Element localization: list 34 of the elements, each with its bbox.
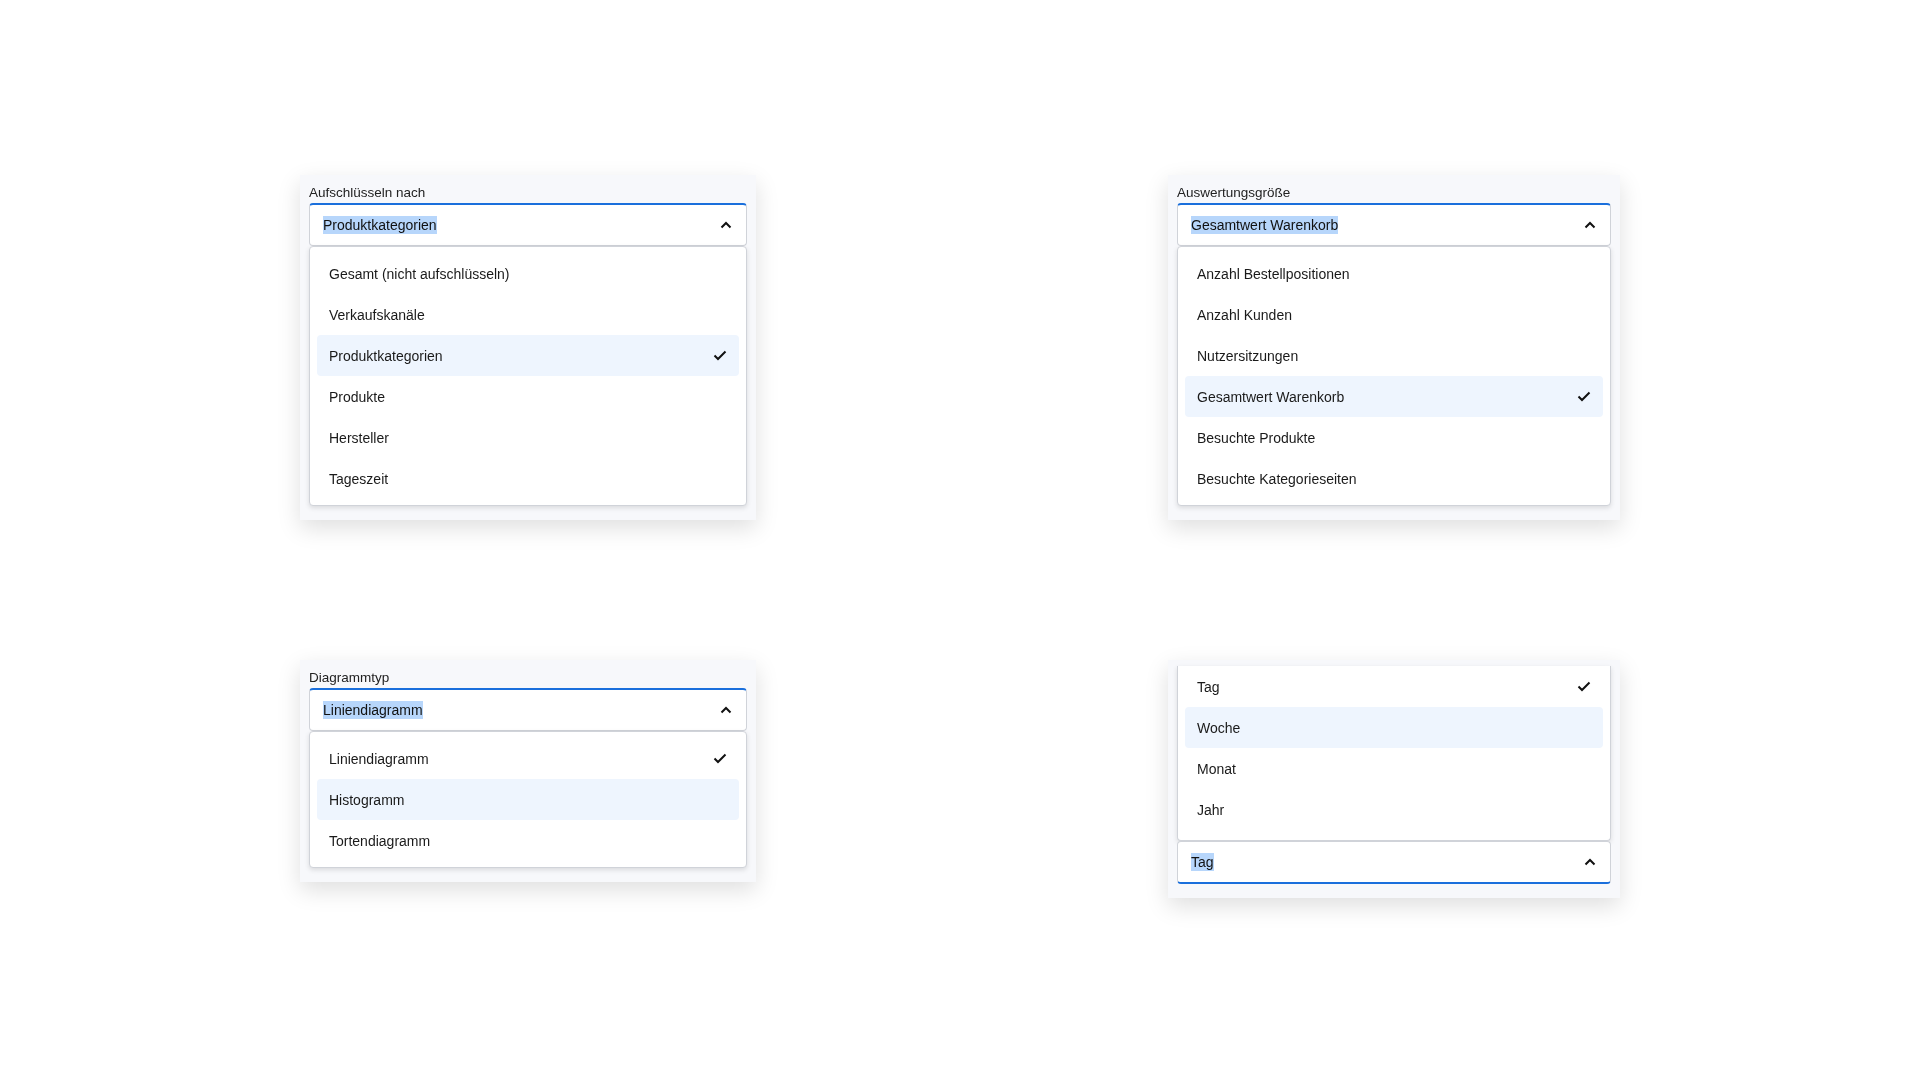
dropdown-field[interactable]: Produktkategorien <box>309 203 747 246</box>
selected-value: Produktkategorien <box>323 216 437 234</box>
chevron-up-icon <box>720 706 732 714</box>
field-label: Auswertungsgröße <box>1177 185 1292 200</box>
menu-option[interactable]: Anzahl Kunden <box>1185 294 1603 335</box>
selected-value: Liniendiagramm <box>323 701 423 719</box>
menu-option[interactable]: Monat <box>1185 748 1603 789</box>
field-label: Diagrammtyp <box>309 670 391 685</box>
menu-option[interactable]: Besuchte Kategorieseiten <box>1185 458 1603 499</box>
selected-value: Tag <box>1191 853 1214 871</box>
menu-option[interactable]: Nutzersitzungen <box>1185 335 1603 376</box>
menu-option[interactable]: Gesamt (nicht aufschlüsseln) <box>317 253 739 294</box>
field-label: Aufschlüsseln nach <box>309 185 427 200</box>
menu-option[interactable]: Tageszeit <box>317 458 739 499</box>
menu-option[interactable]: Produktkategorien <box>317 335 739 376</box>
menu-option[interactable]: Jahr <box>1185 789 1603 830</box>
chevron-up-icon <box>1584 221 1596 229</box>
menu-option[interactable]: Hersteller <box>317 417 739 458</box>
menu-option[interactable]: Verkaufskanäle <box>317 294 739 335</box>
dropdown-field[interactable]: Tag <box>1177 841 1611 884</box>
menu-option[interactable]: Woche <box>1185 707 1603 748</box>
menu-option[interactable]: Tortendiagramm <box>317 820 739 861</box>
menu-option[interactable]: Anzahl Bestellpositionen <box>1185 253 1603 294</box>
menu-option[interactable]: Histogramm <box>317 779 739 820</box>
selected-value: Gesamtwert Warenkorb <box>1191 216 1339 234</box>
chevron-up-icon <box>1584 858 1596 866</box>
dropdown-field[interactable]: Gesamtwert Warenkorb <box>1177 203 1611 246</box>
menu-option[interactable]: Besuchte Produkte <box>1185 417 1603 458</box>
chevron-up-icon <box>720 221 732 229</box>
dropdown-field[interactable]: Liniendiagramm <box>309 688 747 731</box>
menu-option[interactable]: Gesamtwert Warenkorb <box>1185 376 1603 417</box>
menu-option[interactable]: Produkte <box>317 376 739 417</box>
menu-option[interactable]: Liniendiagramm <box>317 738 739 779</box>
menu-option[interactable]: Tag <box>1185 666 1603 707</box>
